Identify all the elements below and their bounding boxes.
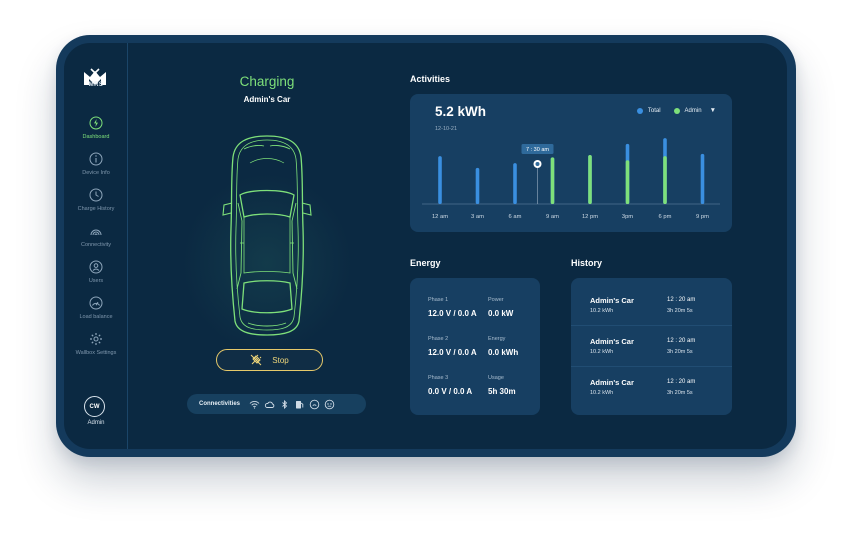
brand-name: MRS xyxy=(88,82,104,88)
divider xyxy=(571,366,732,367)
car-name: Admin's Car xyxy=(243,95,291,104)
phase-value: 12.0 V / 0.0 A xyxy=(428,348,477,357)
metric-value: 0.0 kW xyxy=(488,309,514,318)
x-tick-label: 9 pm xyxy=(696,214,709,220)
x-tick-label: 3 am xyxy=(471,214,484,220)
fuel-station-icon[interactable] xyxy=(294,399,305,410)
x-tick-label: 9 am xyxy=(546,214,559,220)
history-car-name: Admin's Car xyxy=(590,296,634,305)
gear-icon xyxy=(90,333,102,345)
sidebar-item-device-info[interactable]: Device Info xyxy=(64,152,128,176)
bolt-icon xyxy=(89,116,103,130)
energy-title: Energy xyxy=(410,258,441,268)
history-time: 12 : 20 am xyxy=(667,338,696,344)
sidebar-item-load-balance[interactable]: Load balance xyxy=(64,296,128,320)
energy-card: Phase 1 Power 12.0 V / 0.0 A 0.0 kW Phas… xyxy=(410,278,540,415)
activities-chart: 12 am 3 am 6 am 9 am 12 pm 3pm 6 pm 9 pm 7 : 30 … xyxy=(422,138,720,220)
sidebar: MRS Dashboard Device Info Charge History… xyxy=(64,43,128,449)
x-tick-label: 12 pm xyxy=(582,214,598,220)
divider xyxy=(571,325,732,326)
tooltip-label: 7 : 30 am xyxy=(526,147,549,153)
bar-total[interactable] xyxy=(438,156,442,204)
signal-icon xyxy=(90,229,102,236)
sidebar-item-label: Device Info xyxy=(82,170,110,176)
history-car-name: Admin's Car xyxy=(590,378,634,387)
user-icon xyxy=(89,260,103,274)
highlight-handle-center xyxy=(535,162,540,166)
metric-value: 5h 30m xyxy=(488,387,516,396)
rfid-icon[interactable] xyxy=(309,399,320,410)
history-energy: 10.2 kWh xyxy=(590,308,614,314)
cloud-icon[interactable] xyxy=(264,399,275,410)
x-tick-label: 6 am xyxy=(509,214,522,220)
phase-value: 12.0 V / 0.0 A xyxy=(428,309,477,318)
sidebar-item-label: Users xyxy=(88,278,104,284)
history-card: Admin's Car 10.2 kWh 12 : 20 am 3h 20m 5… xyxy=(571,278,732,415)
sidebar-item-label: Load balance xyxy=(79,314,113,320)
charging-status: Charging xyxy=(239,74,295,89)
sidebar-item-wallbox-settings[interactable]: Wallbox Settings xyxy=(64,332,128,356)
metric-label: Usage xyxy=(488,375,504,381)
history-duration: 3h 20m 5s xyxy=(667,308,693,314)
history-energy: 10.2 kWh xyxy=(590,390,614,396)
stop-label: Stop xyxy=(272,355,289,365)
sidebar-item-label: Dashboard xyxy=(82,134,110,140)
x-tick-label: 12 am xyxy=(432,214,448,220)
clock-icon xyxy=(89,188,103,202)
activities-card: 5.2 kWh 12-10-21 Total Admin ▼ 12 am 3 am… xyxy=(410,94,732,232)
connectivities-label: Connectivities xyxy=(199,401,241,407)
bar-total[interactable] xyxy=(513,163,517,204)
bar-admin[interactable] xyxy=(550,157,555,204)
sidebar-item-label: Charge History xyxy=(77,206,115,212)
x-tick-label: 3pm xyxy=(622,214,633,220)
gauge-icon xyxy=(89,296,103,310)
history-duration: 3h 20m 5s xyxy=(667,349,693,355)
sidebar-item-charge-history[interactable]: Charge History xyxy=(64,188,128,212)
bar-admin[interactable] xyxy=(663,156,667,204)
history-time: 12 : 20 am xyxy=(667,297,696,303)
car-outline-icon xyxy=(222,135,312,336)
phase-label: Phase 2 xyxy=(428,336,449,342)
metric-label: Energy xyxy=(488,336,506,342)
history-duration: 3h 20m 5s xyxy=(667,390,693,396)
sidebar-item-label: Connectivity xyxy=(81,242,111,248)
bar-admin[interactable] xyxy=(588,155,592,204)
history-time: 12 : 20 am xyxy=(667,379,696,385)
history-title: History xyxy=(571,258,603,268)
user-name: Admin xyxy=(87,420,105,426)
sidebar-item-label: Wallbox Settings xyxy=(75,350,117,356)
metric-value: 0.0 kWh xyxy=(488,348,519,357)
history-car-name: Admin's Car xyxy=(590,337,634,346)
app-screen: MRS Dashboard Device Info Charge History… xyxy=(64,43,787,449)
avatar[interactable]: CW xyxy=(84,396,105,417)
x-tick-label: 6 pm xyxy=(659,214,672,220)
phase-value: 0.0 V / 0.0 A xyxy=(428,387,473,396)
sidebar-item-users[interactable]: Users xyxy=(64,260,128,284)
network-icon[interactable] xyxy=(324,399,335,410)
connectivities-bar: Connectivities xyxy=(187,394,366,414)
unplug-icon xyxy=(250,354,262,366)
wifi-icon[interactable] xyxy=(249,399,260,410)
activities-title: Activities xyxy=(410,74,451,84)
phase-label: Phase 3 xyxy=(428,375,449,381)
bar-total[interactable] xyxy=(700,153,705,204)
phase-label: Phase 1 xyxy=(428,297,449,303)
bluetooth-icon[interactable] xyxy=(279,399,290,410)
bar-admin[interactable] xyxy=(625,160,630,204)
stop-charging-button[interactable]: Stop xyxy=(216,349,323,371)
sidebar-item-dashboard[interactable]: Dashboard xyxy=(64,116,128,140)
bar-total[interactable] xyxy=(475,167,480,204)
info-icon xyxy=(89,152,103,166)
sidebar-item-connectivity[interactable]: Connectivity xyxy=(64,224,128,248)
brand-logo-icon xyxy=(84,68,106,85)
history-energy: 10.2 kWh xyxy=(590,349,614,355)
metric-label: Power xyxy=(488,297,504,303)
